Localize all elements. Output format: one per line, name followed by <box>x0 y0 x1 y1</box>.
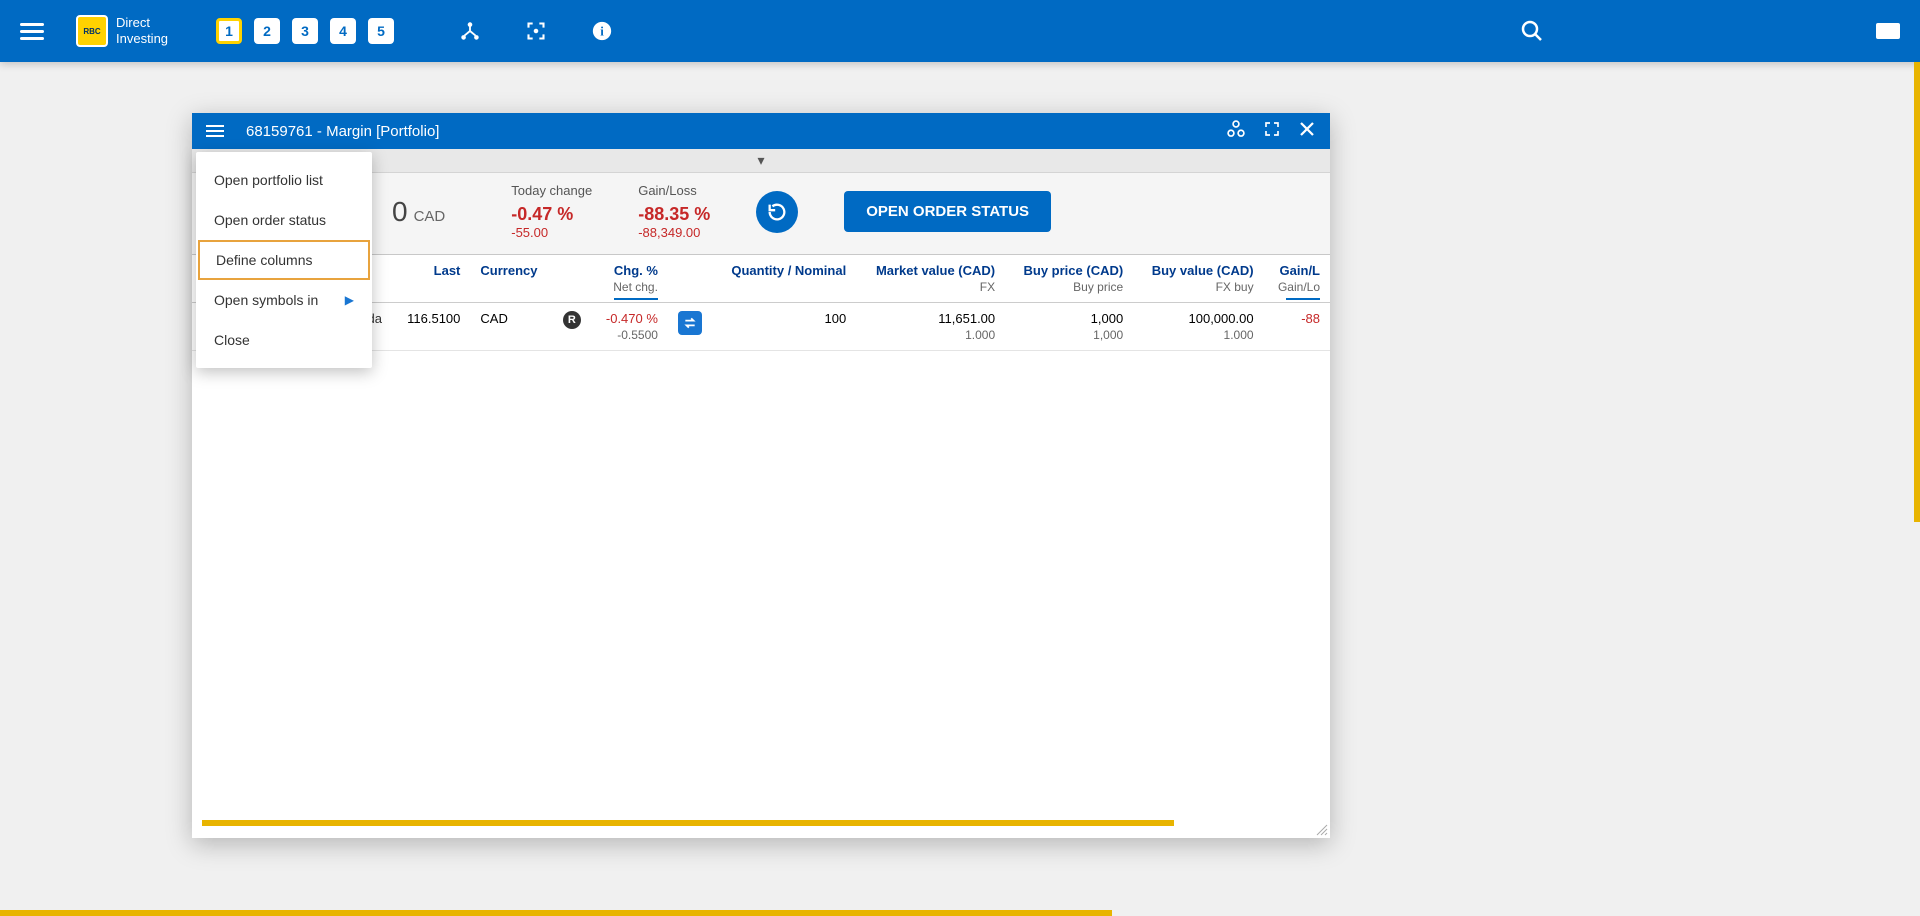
search-icon[interactable] <box>1520 19 1544 43</box>
portfolio-value-currency: CAD <box>414 208 446 225</box>
gain-loss-label: Gain/Loss <box>638 183 710 198</box>
resize-grip-icon[interactable] <box>1314 822 1328 836</box>
scrollbar-horizontal[interactable] <box>202 820 1174 826</box>
swap-icon[interactable] <box>678 311 702 335</box>
chevron-down-icon[interactable]: ▾ <box>757 152 764 169</box>
brand-line1: Direct <box>116 15 168 31</box>
svg-text:i: i <box>600 25 604 39</box>
cell-gl: -88 <box>1264 303 1330 351</box>
close-icon[interactable] <box>1298 120 1316 143</box>
submenu-arrow-icon: ▶ <box>345 293 354 307</box>
hierarchy-icon[interactable] <box>458 19 482 43</box>
realtime-badge-icon: R <box>563 311 581 329</box>
portfolio-value-number: 0 <box>392 196 408 228</box>
workspace-switcher: 1 2 3 4 5 <box>216 18 394 44</box>
window-titlebar[interactable]: 68159761 - Margin [Portfolio] <box>192 113 1330 149</box>
workspace-4[interactable]: 4 <box>330 18 356 44</box>
col-mv[interactable]: Market value (CAD)FX <box>856 255 1005 303</box>
cell-mv: 11,651.001.000 <box>856 303 1005 351</box>
rbc-logo: RBC <box>76 15 108 47</box>
menu-open-portfolio-list[interactable]: Open portfolio list <box>196 160 372 200</box>
cell-qty: 100 <box>712 303 856 351</box>
today-change-pct: -0.47 % <box>511 204 592 225</box>
selection-marker-right <box>1914 62 1920 522</box>
workspace-1[interactable]: 1 <box>216 18 242 44</box>
cell-currency: CAD <box>470 303 552 351</box>
window-title: 68159761 - Margin [Portfolio] <box>246 123 439 140</box>
window-menu-icon[interactable] <box>206 125 226 137</box>
brand-block: RBC Direct Investing <box>76 15 168 47</box>
col-last[interactable]: Last <box>392 255 470 303</box>
gain-loss-block: Gain/Loss -88.35 % -88,349.00 <box>638 183 710 240</box>
fullscreen-icon[interactable] <box>1264 121 1280 142</box>
info-icon[interactable]: i <box>590 19 614 43</box>
brand-text: Direct Investing <box>116 15 168 46</box>
cell-chg: -0.470 % -0.5500 <box>591 303 668 351</box>
cell-last: 116.5100 <box>392 303 470 351</box>
today-change-block: Today change -0.47 % -55.00 <box>511 183 592 240</box>
gain-loss-abs: -88,349.00 <box>638 225 710 240</box>
cell-swap[interactable] <box>668 303 712 351</box>
topbar-right <box>1520 19 1900 43</box>
col-bv[interactable]: Buy value (CAD)FX buy <box>1133 255 1263 303</box>
workspace-2[interactable]: 2 <box>254 18 280 44</box>
link-windows-icon[interactable] <box>1226 119 1246 144</box>
brand-line2: Investing <box>116 31 168 47</box>
col-qty[interactable]: Quantity / Nominal <box>712 255 856 303</box>
col-chg[interactable]: Chg. % Net chg. <box>591 255 668 303</box>
main-menu-icon[interactable] <box>20 17 48 45</box>
app-topbar: RBC Direct Investing 1 2 3 4 5 i <box>0 0 1920 62</box>
today-change-abs: -55.00 <box>511 225 592 240</box>
gain-loss-pct: -88.35 % <box>638 204 710 225</box>
cell-bp: 1,0001,000 <box>1005 303 1133 351</box>
topbar-tool-icons: i <box>458 19 614 43</box>
menu-define-columns[interactable]: Define columns <box>198 240 370 280</box>
workspace-5[interactable]: 5 <box>368 18 394 44</box>
selection-marker-bottom <box>0 910 1112 916</box>
menu-open-symbols-in[interactable]: Open symbols in ▶ <box>196 280 372 320</box>
col-currency[interactable]: Currency <box>470 255 552 303</box>
menu-close[interactable]: Close <box>196 320 372 360</box>
menu-open-order-status[interactable]: Open order status <box>196 200 372 240</box>
col-gl[interactable]: Gain/LGain/Lo <box>1264 255 1330 303</box>
cell-bv: 100,000.001.000 <box>1133 303 1263 351</box>
workspace-3[interactable]: 3 <box>292 18 318 44</box>
col-bp[interactable]: Buy price (CAD)Buy price <box>1005 255 1133 303</box>
window-indicator-icon[interactable] <box>1876 23 1900 39</box>
window-context-menu: Open portfolio list Open order status De… <box>196 152 372 368</box>
focus-icon[interactable] <box>524 19 548 43</box>
refresh-button[interactable] <box>756 191 798 233</box>
portfolio-value: 0 CAD <box>392 196 445 228</box>
open-order-status-button[interactable]: OPEN ORDER STATUS <box>844 191 1051 232</box>
today-change-label: Today change <box>511 183 592 198</box>
cell-badge: R <box>553 303 591 351</box>
